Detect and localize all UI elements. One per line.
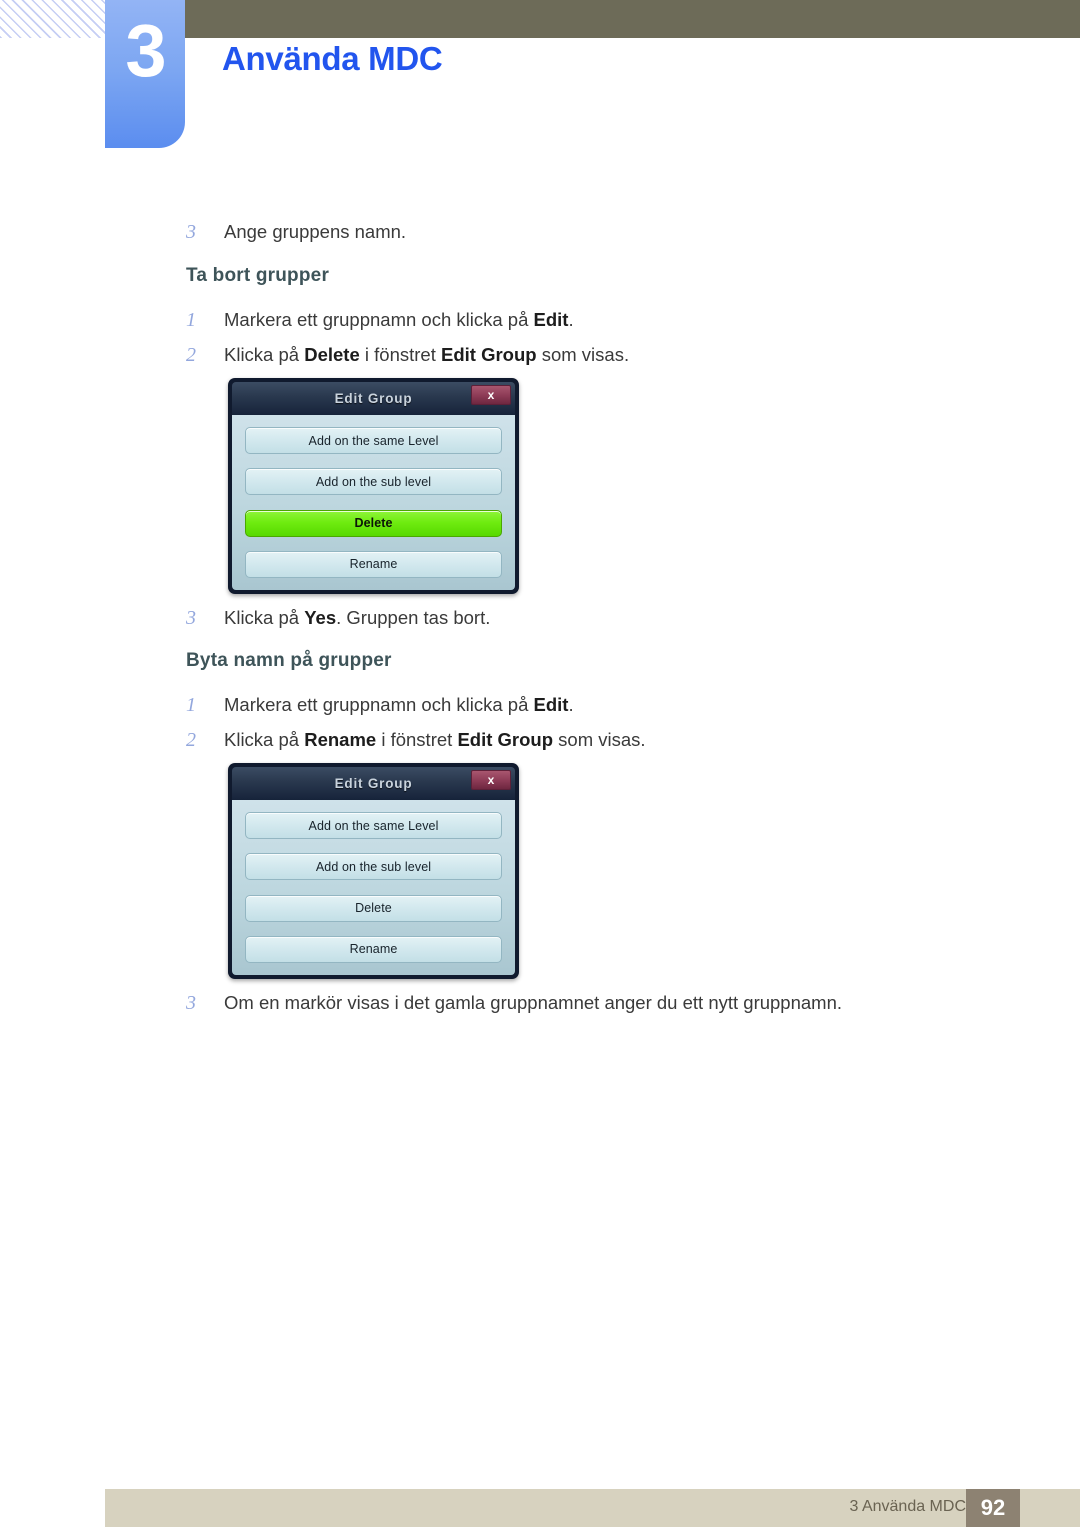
section-heading-rename: Byta namn på grupper	[186, 650, 392, 671]
chapter-tab: 3	[105, 0, 185, 148]
hatch-pattern-decoration	[0, 0, 108, 38]
button-label: Delete	[355, 901, 392, 916]
page-number-box: 92	[966, 1489, 1020, 1527]
list-item: 2 Klicka på Rename i fönstret Edit Group…	[186, 728, 646, 753]
dialog-body: Add on the same Level Add on the sub lev…	[232, 415, 515, 590]
dialog-title: Edit Group	[334, 776, 413, 791]
button-label: Add on the same Level	[308, 818, 439, 833]
step-text: Ange gruppens namn.	[224, 221, 407, 242]
add-on-sub-level-button[interactable]: Add on the sub level	[245, 468, 502, 496]
add-on-same-level-button[interactable]: Add on the same Level	[245, 812, 502, 839]
dialog-body: Add on the same Level Add on the sub lev…	[232, 800, 515, 975]
edit-group-dialog-rename[interactable]: Edit Group x Add on the same Level Add o…	[228, 763, 519, 979]
step-text: Markera ett gruppnamn och klicka på Edit…	[224, 694, 574, 715]
step-text: Klicka på Yes. Gruppen tas bort.	[224, 607, 491, 628]
step-number: 1	[186, 309, 196, 331]
header-olive-bar	[185, 0, 1080, 38]
list-item: 1 Markera ett gruppnamn och klicka på Ed…	[186, 308, 574, 333]
page-number: 92	[980, 1495, 1006, 1520]
close-icon[interactable]: x	[471, 385, 511, 405]
close-icon-glyph: x	[487, 773, 495, 787]
edit-group-dialog-delete[interactable]: Edit Group x Add on the same Level Add o…	[228, 378, 519, 594]
button-label: Rename	[349, 942, 398, 957]
close-icon[interactable]: x	[471, 770, 511, 790]
step-number: 3	[186, 607, 196, 629]
add-on-sub-level-button[interactable]: Add on the sub level	[245, 853, 502, 881]
list-item: 3 Om en markör visas i det gamla gruppna…	[186, 991, 842, 1016]
delete-button[interactable]: Delete	[245, 894, 502, 922]
step-text: Klicka på Rename i fönstret Edit Group s…	[224, 729, 646, 750]
button-label: Rename	[349, 557, 398, 572]
step-number: 2	[186, 344, 196, 366]
section-heading-delete: Ta bort grupper	[186, 265, 330, 286]
button-label: Add on the same Level	[308, 433, 439, 448]
page-title: Använda MDC	[222, 40, 443, 77]
step-number: 1	[186, 694, 196, 716]
footer-chapter-label: 3 Använda MDC	[849, 1498, 966, 1515]
step-text: Markera ett gruppnamn och klicka på Edit…	[224, 309, 574, 330]
add-on-same-level-button[interactable]: Add on the same Level	[245, 427, 502, 454]
page-footer: 3 Använda MDC 92	[105, 1489, 1080, 1527]
chapter-number: 3	[125, 9, 166, 92]
rename-button[interactable]: Rename	[245, 550, 502, 578]
list-item: 2 Klicka på Delete i fönstret Edit Group…	[186, 343, 629, 368]
rename-button[interactable]: Rename	[245, 935, 502, 963]
step-number: 3	[186, 992, 196, 1014]
step-number: 3	[186, 221, 196, 243]
page-header: 3 Använda MDC	[0, 0, 1080, 160]
step-number: 2	[186, 729, 196, 751]
button-label: Add on the sub level	[315, 474, 432, 489]
dialog-titlebar[interactable]: Edit Group x	[232, 767, 515, 800]
button-label: Add on the sub level	[315, 859, 432, 874]
list-item: 3 Ange gruppens namn.	[186, 220, 406, 245]
dialog-titlebar[interactable]: Edit Group x	[232, 382, 515, 415]
close-icon-glyph: x	[487, 388, 495, 402]
list-item: 3 Klicka på Yes. Gruppen tas bort.	[186, 606, 490, 631]
delete-button[interactable]: Delete	[245, 509, 502, 537]
dialog-title: Edit Group	[334, 391, 413, 406]
step-text: Klicka på Delete i fönstret Edit Group s…	[224, 344, 630, 365]
button-label: Delete	[354, 516, 393, 531]
step-text: Om en markör visas i det gamla gruppnamn…	[224, 992, 843, 1013]
list-item: 1 Markera ett gruppnamn och klicka på Ed…	[186, 693, 574, 718]
